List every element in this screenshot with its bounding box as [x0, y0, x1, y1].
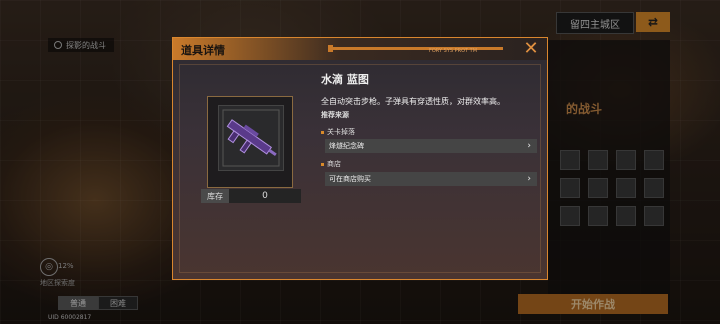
section-stage-drop: 关卡掉落 [321, 127, 355, 137]
item-image-frame [207, 96, 293, 188]
section-label: 商店 [327, 160, 341, 168]
header-code: FORY SYS PROT TM [429, 48, 478, 54]
section-shop: 商店 [321, 159, 341, 169]
chevron-right-icon: › [527, 141, 531, 151]
source-label: 烽燧纪念碑 [329, 142, 364, 150]
sources-title: 推荐来源 [321, 111, 349, 119]
item-description: 全自动突击步枪。子弹具有穿透性质，对群效率高。 [321, 97, 505, 106]
source-label: 可在商店购买 [329, 175, 371, 183]
source-shop-button[interactable]: 可在商店购买 › [325, 172, 537, 186]
header-decoration-bar [333, 47, 503, 50]
bullet-icon [321, 130, 324, 134]
stock-value: 0 [229, 189, 301, 203]
section-label: 关卡掉落 [327, 128, 355, 136]
item-name: 水滴 蓝图 [321, 73, 369, 86]
item-image [218, 105, 284, 171]
rifle-blueprint-icon [222, 109, 280, 167]
dialog-header: 道具详情 FORY SYS PROT TM ✕ [173, 38, 547, 60]
bullet-icon [321, 162, 324, 166]
chevron-right-icon: › [527, 174, 531, 184]
stock-label: 库存 [201, 189, 229, 203]
close-icon[interactable]: ✕ [521, 40, 541, 58]
item-detail-dialog: 道具详情 FORY SYS PROT TM ✕ 库存 0 水滴 蓝图 全自动突击… [172, 37, 548, 280]
source-stage-button[interactable]: 烽燧纪念碑 › [325, 139, 537, 153]
dialog-title: 道具详情 [181, 44, 225, 57]
